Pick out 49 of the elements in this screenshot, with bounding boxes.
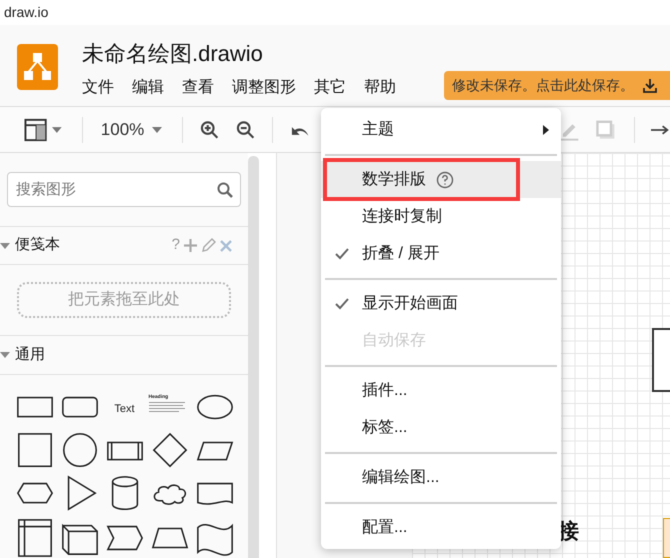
menu-item[interactable]: 编辑绘图... [321, 459, 561, 496]
menu-item-label: 标签... [362, 418, 408, 438]
menu-item-label: 连接时复制 [362, 206, 442, 226]
menu-item[interactable]: 插件... [321, 372, 561, 409]
caret-icon[interactable] [52, 126, 62, 132]
connector-arrow-icon[interactable] [650, 124, 670, 136]
menu-bar-item[interactable]: 文件 [82, 76, 114, 100]
menu-item[interactable]: 连接时复制 [321, 198, 561, 235]
checkmark-icon [334, 246, 350, 260]
drop-hint: 把元素拖至此处 [68, 290, 180, 310]
layout-panel-icon[interactable] [24, 118, 48, 142]
submenu-arrow-icon [543, 124, 549, 134]
menu-item-label: 插件... [362, 380, 408, 400]
menu-bar-item[interactable]: 查看 [182, 76, 214, 100]
help-icon [436, 170, 454, 188]
download-icon [642, 78, 658, 94]
expand-caret-icon[interactable] [0, 242, 12, 249]
menu-bar-item[interactable]: 调整图形 [232, 76, 296, 100]
menu-item[interactable]: 标签... [321, 409, 561, 446]
menu-item[interactable]: 数学排版 [321, 161, 561, 198]
text-shape[interactable]: Text [104, 400, 146, 418]
menu-item-label: 编辑绘图... [362, 468, 440, 488]
caret-icon [152, 126, 162, 132]
search-field[interactable]: 搜索图形 [7, 172, 241, 207]
menu-item[interactable]: 配置... [321, 509, 561, 546]
menu-bar-item[interactable]: 编辑 [132, 76, 164, 100]
menu-item-label: 折叠 / 展开 [362, 244, 440, 264]
menu-bar-item[interactable]: 帮助 [364, 76, 396, 100]
zoom-in-icon[interactable] [200, 120, 220, 140]
file-title[interactable]: 未命名绘图.drawio [82, 40, 396, 68]
expand-caret-icon[interactable] [0, 352, 12, 358]
zoom-out-icon[interactable] [236, 120, 255, 140]
scrollbar[interactable] [248, 156, 259, 558]
search-icon [217, 182, 233, 198]
menu-item-label: 主题 [362, 120, 394, 140]
menu-item[interactable]: 折叠 / 展开 [321, 235, 561, 272]
menu-item-label: 显示开始画面 [362, 294, 458, 314]
unsaved-changes-banner[interactable]: 修改未保存。点击此处保存。 [444, 71, 670, 100]
browser-tab-title: draw.io [4, 3, 48, 22]
menu-item-label: 数学排版 [362, 170, 426, 190]
section-title[interactable]: 便笺本 [15, 234, 60, 257]
app-logo-icon [17, 44, 58, 90]
checkmark-icon [334, 296, 350, 310]
zoom-dropdown[interactable]: 100% [100, 116, 162, 142]
menu-item[interactable]: 显示开始画面 [321, 285, 561, 322]
menu-item[interactable]: 主题 [321, 111, 561, 148]
section-title[interactable]: 通用 [15, 344, 45, 366]
menu-bar-item[interactable]: 其它 [314, 76, 346, 100]
menu-item-label: 配置... [362, 518, 408, 538]
